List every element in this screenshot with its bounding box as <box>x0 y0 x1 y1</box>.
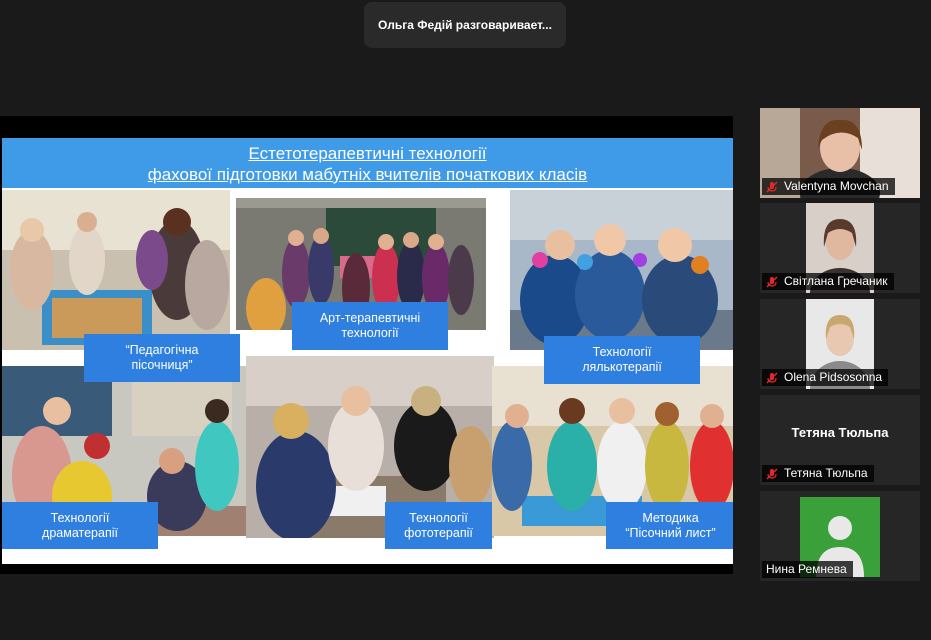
caption-phototherapy: Технології фототерапії <box>385 502 492 549</box>
caption-art-therapy: Арт-терапевтичні технології <box>292 302 448 350</box>
microphone-off-icon <box>766 276 778 288</box>
caption-drama-therapy: Технології драматерапії <box>2 502 158 549</box>
microphone-off-icon <box>766 372 778 384</box>
participant-name: Нина Ремнева <box>766 562 847 576</box>
participant-name: Olena Pidsosonna <box>784 370 883 384</box>
participant-name-label: Світлана Гречаник <box>762 273 894 290</box>
photo-sandbox <box>2 190 230 350</box>
presentation-slide: Естетотерапевтичні технології фахової пі… <box>2 138 733 564</box>
participant-tile[interactable]: Olena Pidsosonna <box>760 299 920 389</box>
participant-name-label: Нина Ремнева <box>762 561 853 578</box>
slide-title-line-2: фахової підготовки мабутніх вчителів поч… <box>147 165 588 184</box>
caption-sandbox: “Педагогічна пісочниця” <box>84 334 240 382</box>
participant-name-label: Valentyna Movchan <box>762 178 895 195</box>
participant-tile[interactable]: Нина Ремнева <box>760 491 920 581</box>
participant-name: Valentyna Movchan <box>784 179 889 193</box>
caption-sand-letter: Методика “Пісочний лист” <box>606 502 733 549</box>
participant-name-label: Тетяна Тюльпа <box>762 465 874 482</box>
slide-title-line-1: Естетотерапевтичні технології <box>248 144 487 163</box>
participant-name: Тетяна Тюльпа <box>784 466 868 480</box>
active-speaker-banner: Ольга Федій разговаривает... <box>364 2 566 48</box>
caption-puppet-therapy: Технології лялькотерапії <box>544 336 700 384</box>
shared-screen[interactable]: Естетотерапевтичні технології фахової пі… <box>0 116 733 574</box>
active-speaker-text: Ольга Федій разговаривает... <box>378 18 552 32</box>
participant-display-name: Тетяна Тюльпа <box>791 425 889 440</box>
participant-tile[interactable]: Valentyna Movchan <box>760 108 920 198</box>
slide-title-bar: Естетотерапевтичні технології фахової пі… <box>2 138 733 188</box>
participant-name: Світлана Гречаник <box>784 274 888 288</box>
participant-tile[interactable]: Тетяна Тюльпа Тетяна Тюльпа <box>760 395 920 485</box>
photo-puppet-therapy <box>510 190 733 350</box>
microphone-off-icon <box>766 181 778 193</box>
participant-name-label: Olena Pidsosonna <box>762 369 889 386</box>
participant-tile[interactable]: Світлана Гречаник <box>760 203 920 293</box>
microphone-off-icon <box>766 468 778 480</box>
